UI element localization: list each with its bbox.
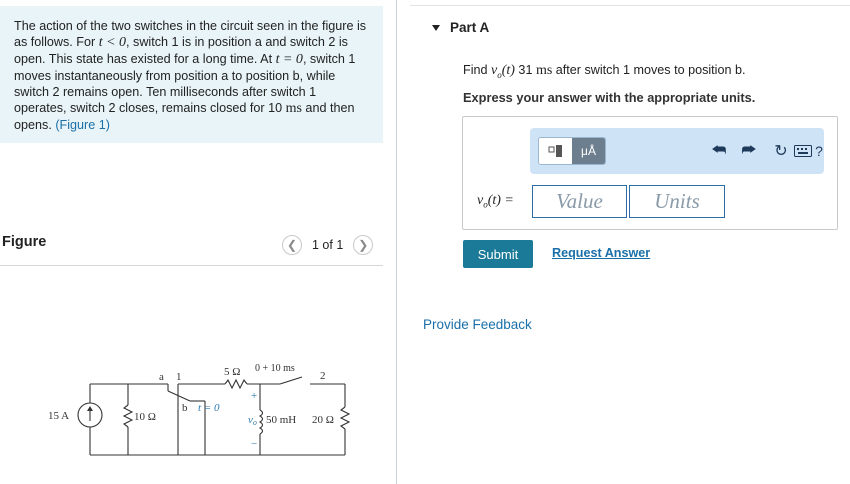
value-input[interactable]: Value (532, 185, 627, 218)
find-var: vo (491, 63, 502, 80)
source-label: 15 A (48, 410, 69, 422)
redo-icon[interactable]: ⮫ (738, 137, 760, 165)
undo-icon[interactable]: ⮪ (708, 137, 730, 165)
switch2-time: 0 + 10 ms (255, 363, 295, 374)
figure-label: Figure (2, 234, 47, 250)
circuit-diagram: 15 A 10 Ω a 1 b t = 0 5 Ω 0 + 10 ms 2 + … (48, 363, 351, 456)
units-symbol-button[interactable]: μÅ (572, 138, 605, 164)
units-input[interactable]: Units (629, 185, 725, 218)
switch1-a: a (159, 371, 164, 383)
part-header[interactable]: Part A (432, 20, 489, 35)
switch2-num: 2 (320, 370, 326, 382)
reset-icon[interactable]: ↻ (770, 137, 792, 165)
r3-label: 20 Ω (312, 414, 334, 426)
answer-box: μÅ ⮪ ⮫ ↻ ? vo(t) = Value Units (462, 116, 838, 230)
vo-plus: + (251, 390, 257, 402)
templates-button[interactable]: μÅ (538, 137, 606, 165)
panel-divider (396, 0, 397, 484)
t0-label: t = 0 (198, 402, 220, 414)
chevron-left-icon[interactable]: ❮ (282, 235, 302, 255)
help-icon[interactable]: ? (812, 137, 826, 165)
answer-instructions: Express your answer with the appropriate… (463, 90, 756, 105)
pager-count: 1 of 1 (312, 238, 344, 252)
figure-pager: ❮ 1 of 1 ❯ (282, 235, 374, 255)
problem-text: The action of the two switches in the ci… (14, 18, 369, 133)
vo-minus: − (251, 438, 257, 450)
vo-label: vo (248, 414, 257, 427)
switch1-num: 1 (176, 371, 182, 383)
switch1-b: b (182, 402, 188, 414)
chevron-right-icon[interactable]: ❯ (353, 235, 374, 255)
problem-statement: The action of the two switches in the ci… (0, 6, 383, 143)
inductor-label: 50 mH (266, 414, 296, 426)
part-title: Part A (450, 20, 490, 35)
equation-label: vo(t) = (477, 193, 514, 210)
collapse-triangle-icon[interactable] (432, 24, 440, 31)
r2-label: 5 Ω (224, 366, 240, 378)
provide-feedback-link[interactable]: Provide Feedback (423, 317, 532, 332)
r1-label: 10 Ω (134, 411, 156, 423)
unit-ms: ms (285, 101, 302, 116)
math-t-lt-0: t < 0 (98, 35, 127, 50)
figure-divider (0, 265, 383, 266)
math-t-eq-0: t = 0 (275, 52, 303, 67)
figure-link[interactable]: (Figure 1) (55, 118, 110, 132)
keyboard-icon[interactable] (792, 137, 814, 165)
request-answer-link[interactable]: Request Answer (552, 246, 650, 260)
right-top-divider (410, 5, 850, 6)
submit-button[interactable]: Submit (463, 240, 533, 268)
math-toolbar: μÅ ⮪ ⮫ ↻ ? (530, 128, 824, 174)
question-text: Find vo(t) 31 ms after switch 1 moves to… (463, 63, 746, 80)
templates-icon (539, 138, 572, 164)
